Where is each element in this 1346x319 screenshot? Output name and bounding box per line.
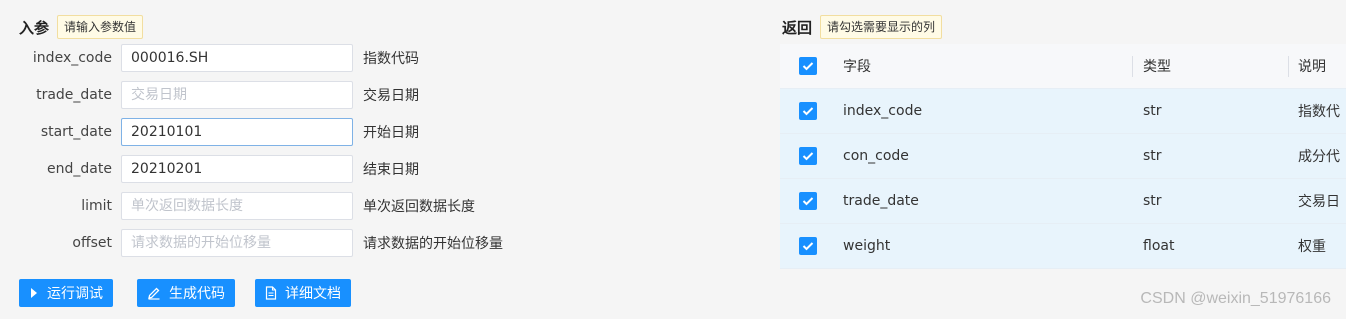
document-icon	[265, 286, 277, 300]
cell-field: index_code	[843, 103, 923, 119]
cell-type: float	[1143, 238, 1175, 254]
run-debug-button[interactable]: 运行调试	[19, 279, 113, 307]
param-desc: 开始日期	[363, 125, 419, 141]
param-label: end_date	[47, 161, 112, 177]
column-divider	[1132, 56, 1133, 77]
param-row-limit: limit 单次返回数据长度	[10, 192, 475, 220]
param-desc: 请求数据的开始位移量	[363, 236, 503, 252]
offset-input[interactable]	[121, 229, 353, 257]
table-row[interactable]: con_code str 成分代	[780, 134, 1346, 179]
check-icon	[802, 197, 814, 206]
select-all-checkbox[interactable]	[799, 57, 817, 75]
params-header: 入参 请输入参数值	[19, 15, 144, 39]
limit-input[interactable]	[121, 192, 353, 220]
cell-type: str	[1143, 148, 1162, 164]
cell-desc: 权重	[1298, 239, 1326, 255]
check-icon	[802, 242, 814, 251]
row-checkbox[interactable]	[799, 102, 817, 120]
header-field: 字段	[843, 59, 871, 75]
param-label: limit	[81, 198, 112, 214]
index-code-input[interactable]	[121, 44, 353, 72]
param-label: trade_date	[36, 87, 112, 103]
param-label: index_code	[32, 50, 112, 66]
returns-hint-badge: 请勾选需要显示的列	[820, 15, 943, 39]
check-icon	[802, 152, 814, 161]
check-icon	[802, 62, 814, 71]
param-row-trade-date: trade_date 交易日期	[10, 81, 419, 109]
returns-table: 字段 类型 说明 index_code str 指数代 con_code str…	[780, 44, 1346, 269]
param-desc: 交易日期	[363, 88, 419, 104]
table-row[interactable]: weight float 权重	[780, 224, 1346, 269]
param-desc: 结束日期	[363, 162, 419, 178]
header-desc: 说明	[1298, 59, 1326, 75]
detail-docs-button[interactable]: 详细文档	[255, 279, 351, 307]
row-checkbox[interactable]	[799, 192, 817, 210]
param-row-start-date: start_date 开始日期	[10, 118, 419, 146]
table-row[interactable]: trade_date str 交易日	[780, 179, 1346, 224]
param-row-offset: offset 请求数据的开始位移量	[10, 229, 503, 257]
returns-panel: 返回 请勾选需要显示的列 字段 类型 说明 index_code str 指数代	[780, 5, 1346, 313]
generate-code-label: 生成代码	[169, 286, 225, 302]
cell-field: con_code	[843, 148, 909, 164]
check-icon	[802, 107, 814, 116]
table-header-row: 字段 类型 说明	[780, 44, 1346, 89]
param-label: offset	[72, 235, 112, 251]
play-icon	[31, 288, 37, 298]
param-desc: 单次返回数据长度	[363, 199, 475, 215]
header-type: 类型	[1143, 59, 1171, 75]
edit-icon	[148, 287, 160, 300]
param-row-index-code: index_code 指数代码	[10, 44, 419, 72]
run-debug-label: 运行调试	[47, 286, 103, 302]
cell-desc: 交易日	[1298, 194, 1340, 210]
table-row[interactable]: index_code str 指数代	[780, 89, 1346, 134]
generate-code-button[interactable]: 生成代码	[137, 279, 235, 307]
row-checkbox[interactable]	[799, 237, 817, 255]
detail-docs-label: 详细文档	[285, 286, 341, 302]
cell-desc: 成分代	[1298, 149, 1340, 165]
start-date-input[interactable]	[121, 118, 353, 146]
param-row-end-date: end_date 结束日期	[10, 155, 419, 183]
trade-date-input[interactable]	[121, 81, 353, 109]
params-panel: 入参 请输入参数值 index_code 指数代码 trade_date 交易日…	[10, 5, 750, 313]
params-hint-badge: 请输入参数值	[57, 15, 144, 39]
param-label: start_date	[40, 124, 112, 140]
cell-desc: 指数代	[1298, 104, 1340, 120]
cell-field: trade_date	[843, 193, 919, 209]
returns-title: 返回	[782, 18, 813, 37]
param-desc: 指数代码	[363, 51, 419, 67]
cell-field: weight	[843, 238, 891, 254]
row-checkbox[interactable]	[799, 147, 817, 165]
cell-type: str	[1143, 193, 1162, 209]
watermark: CSDN @weixin_51976166	[1140, 290, 1331, 307]
column-divider	[1288, 56, 1289, 77]
returns-header: 返回 请勾选需要显示的列	[782, 15, 943, 39]
end-date-input[interactable]	[121, 155, 353, 183]
params-title: 入参	[19, 18, 50, 37]
cell-type: str	[1143, 103, 1162, 119]
